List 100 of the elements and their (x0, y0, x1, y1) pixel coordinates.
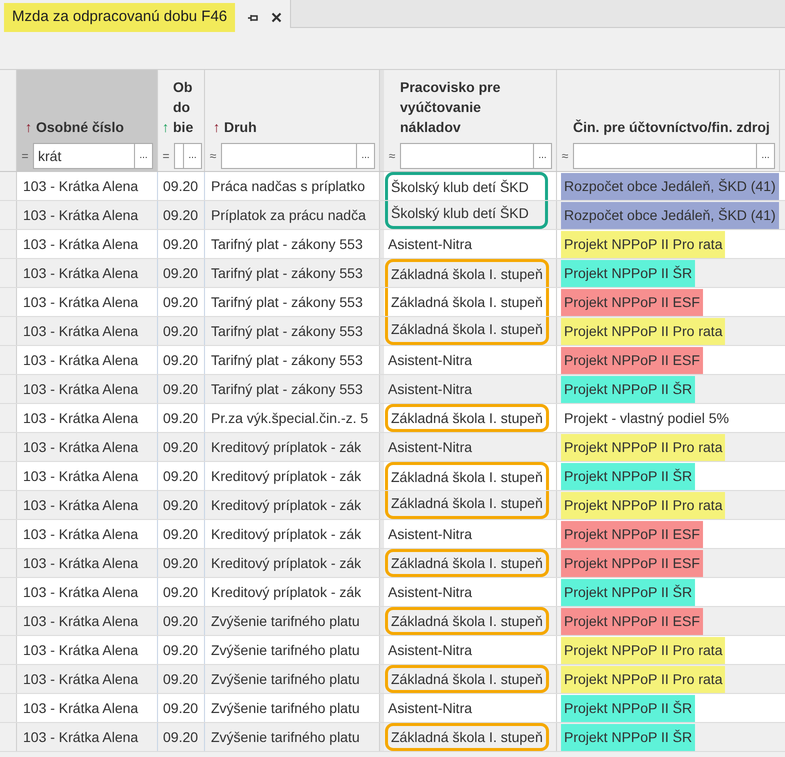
table-cell: Základná škola I. stupeň (385, 404, 549, 432)
sort-arrow: ↑ (213, 118, 220, 137)
table-cell: Zvýšenie tarifného platu (205, 607, 380, 635)
table-cell: Základná škola I. stupeň (385, 549, 549, 577)
row-header[interactable] (0, 230, 17, 258)
table-cell: 103 - Krátka Alena (17, 317, 158, 345)
table-cell: 103 - Krátka Alena (17, 520, 158, 548)
table-cell: 103 - Krátka Alena (17, 607, 158, 635)
close-icon[interactable] (271, 12, 282, 23)
table-cell: Tarifný plat - zákony 553 (205, 346, 380, 374)
table-cell: Projekt NPPoP II ŠR (561, 578, 696, 606)
table-cell: Tarifný plat - zákony 553 (205, 259, 380, 287)
table-cell: 09.20 (158, 665, 205, 693)
column-header[interactable]: ↑ Osobné číslo = krát ... (17, 70, 158, 171)
table-cell: Projekt NPPoP II ESF (561, 288, 703, 316)
table-cell: Projekt NPPoP II ESF (561, 520, 703, 548)
column-header[interactable]: Pracovisko pre vyúčtovanie nákladov ≈ ... (380, 70, 557, 171)
table-cell: 09.20 (158, 433, 205, 461)
table-cell: 09.20 (158, 491, 205, 519)
row-header[interactable] (0, 520, 17, 548)
table-cell: Projekt NPPoP II ŠR (561, 462, 696, 490)
filter-field[interactable] (174, 143, 184, 169)
filter-field[interactable]: krát (33, 143, 135, 169)
filter-field[interactable] (400, 143, 534, 169)
table-cell: Projekt NPPoP II ŠR (561, 694, 696, 722)
table-cell: Kreditový príplatok - zák (205, 578, 380, 606)
table-cell: 103 - Krátka Alena (17, 230, 158, 258)
table-cell: Rozpočet obce Jedáleň, ŠKD (41) (561, 202, 779, 228)
filter-field[interactable] (221, 143, 357, 169)
table-cell: Projekt NPPoP II ESF (561, 346, 703, 374)
table-cell: Tarifný plat - zákony 553 (205, 317, 380, 345)
table-cell: 103 - Krátka Alena (17, 404, 158, 432)
row-header[interactable] (0, 288, 17, 316)
table-cell: 103 - Krátka Alena (17, 665, 158, 693)
column-title: Ob do bie (173, 78, 194, 137)
table-cell: Zvýšenie tarifného platu (205, 665, 380, 693)
table-cell: 103 - Krátka Alena (17, 491, 158, 519)
table-cell-text: Asistent-Nitra (387, 234, 474, 254)
row-header[interactable] (0, 172, 17, 200)
table-cell: 103 - Krátka Alena (17, 636, 158, 664)
row-header[interactable] (0, 636, 17, 664)
table-cell-text: Asistent-Nitra (387, 438, 474, 456)
table-cell: Kreditový príplatok - zák (205, 462, 380, 490)
table-cell: 103 - Krátka Alena (17, 694, 158, 722)
table-cell: 09.20 (158, 172, 205, 200)
table-cell: Projekt NPPoP II ŠR (561, 376, 696, 402)
table-cell: 103 - Krátka Alena (17, 549, 158, 577)
filter-operator: = (20, 148, 30, 165)
filter-options-button[interactable]: ... (135, 143, 153, 169)
table-cell: Projekt NPPoP II ESF (561, 550, 703, 576)
table-cell-text: Asistent-Nitra (387, 380, 474, 398)
filter-options-button[interactable]: ... (757, 143, 775, 169)
table-cell: 09.20 (158, 230, 205, 258)
table-cell: 09.20 (158, 520, 205, 548)
table-cell: 09.20 (158, 723, 205, 751)
table-cell: Zvýšenie tarifného platu (205, 694, 380, 722)
table-cell: 103 - Krátka Alena (17, 172, 158, 200)
table-cell: 09.20 (158, 549, 205, 577)
row-header[interactable] (0, 346, 17, 374)
table-cell-text: Asistent-Nitra (387, 524, 474, 544)
filter-operator: ≈ (388, 148, 396, 165)
filter-field[interactable] (573, 143, 757, 169)
table-cell: 103 - Krátka Alena (17, 288, 158, 316)
filter-operator: ≈ (208, 148, 218, 165)
filter-options-button[interactable]: ... (184, 143, 202, 169)
table-cell: 09.20 (158, 404, 205, 432)
table-cell: Základná škola I. stupeň (385, 723, 549, 751)
table-cell: 09.20 (158, 607, 205, 635)
sort-arrow: ↑ (25, 118, 32, 137)
filter-operator: = (161, 148, 170, 165)
table-cell: Projekt NPPoP II Pro rata (561, 318, 726, 344)
filter-options-button[interactable]: ... (357, 143, 375, 169)
table-cell: 103 - Krátka Alena (17, 201, 158, 229)
table-cell: 09.20 (158, 375, 205, 403)
table-cell: Rozpočet obce Jedáleň, ŠKD (41) (561, 172, 779, 200)
row-header[interactable] (0, 462, 17, 490)
table-cell: Tarifný plat - zákony 553 (205, 375, 380, 403)
filter-options-button[interactable]: ... (534, 143, 552, 169)
table-cell: 09.20 (158, 259, 205, 287)
tab-title: Mzda za odpracovanú dobu F46 (4, 3, 236, 32)
row-header[interactable] (0, 404, 17, 432)
table-cell: 103 - Krátka Alena (17, 723, 158, 751)
table-cell: 09.20 (158, 201, 205, 229)
sort-arrow: ↑ (162, 118, 169, 137)
table-cell: Projekt NPPoP II Pro rata (561, 230, 726, 258)
table-cell: 09.20 (158, 346, 205, 374)
table-cell: Tarifný plat - zákony 553 (205, 288, 380, 316)
row-header[interactable] (0, 578, 17, 606)
column-title: Pracovisko pre vyúčtovanie nákladov (400, 78, 502, 137)
table-cell: Práca nadčas s príplatko (205, 172, 380, 200)
table-cell: 103 - Krátka Alena (17, 375, 158, 403)
filter-operator: ≈ (560, 148, 570, 165)
row-header[interactable] (0, 694, 17, 722)
table-cell: Projekt NPPoP II ESF (561, 608, 703, 634)
table-cell: 09.20 (158, 462, 205, 490)
table-cell-text: Projekt - vlastný podiel 5% (563, 408, 730, 428)
table-cell: Projekt NPPoP II Pro rata (561, 666, 726, 692)
table-cell: Kreditový príplatok - zák (205, 433, 380, 461)
table-cell: 09.20 (158, 288, 205, 316)
column-title: Čin. pre účtovníctvo/fin. zdroj (573, 118, 771, 137)
